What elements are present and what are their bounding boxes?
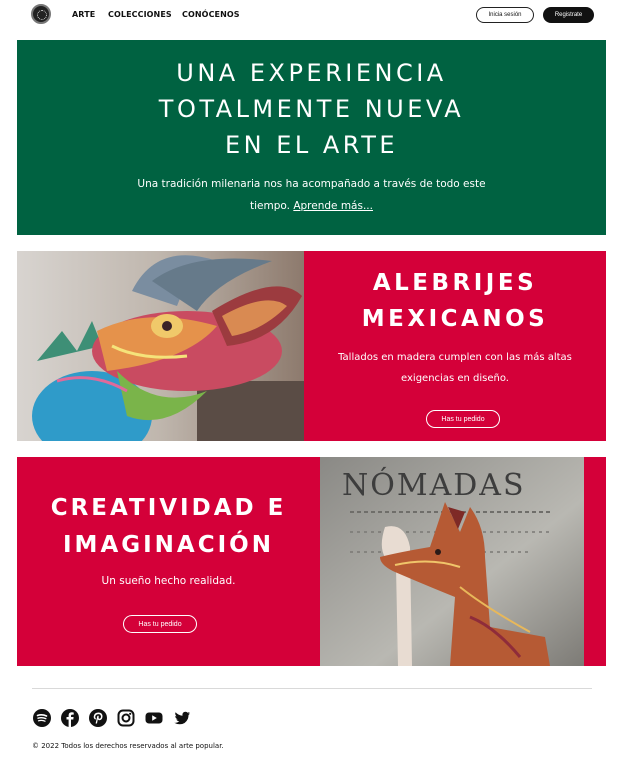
- creatividad-card: CREATIVIDAD E IMAGINACIÓN Un sueño hecho…: [17, 457, 606, 666]
- nomadas-wall-text: NÓMADAS: [342, 467, 526, 503]
- creatividad-title-line: IMAGINACIÓN: [63, 532, 274, 558]
- alebrijes-title-line: MEXICANOS: [361, 306, 549, 332]
- social-links: [33, 709, 191, 727]
- hero-title-line: UNA EXPERIENCIA: [176, 59, 447, 87]
- copyright-text: © 2022 Todos los derechos reservados al …: [32, 742, 224, 750]
- order-button[interactable]: Has tu pedido: [426, 410, 500, 428]
- alebrijes-card: ALEBRIJES MEXICANOS Tallados en madera c…: [17, 251, 606, 441]
- alebrijes-title-line: ALEBRIJES: [372, 270, 538, 296]
- top-navigation: ARTE COLECCIONES CONÓCENOS Inicia sesión…: [0, 0, 625, 32]
- creatividad-title: CREATIVIDAD E IMAGINACIÓN: [17, 490, 320, 564]
- alebrijes-description: Tallados en madera cumplen con las más a…: [338, 352, 572, 384]
- creatividad-title-line: CREATIVIDAD E: [50, 495, 287, 521]
- alebrijes-title: ALEBRIJES MEXICANOS: [304, 265, 606, 337]
- creatividad-content: CREATIVIDAD E IMAGINACIÓN Un sueño hecho…: [17, 457, 320, 666]
- register-button[interactable]: Registrate: [543, 7, 594, 23]
- hero-banner: UNA EXPERIENCIA TOTALMENTE NUEVA EN EL A…: [17, 40, 606, 235]
- youtube-icon[interactable]: [145, 709, 163, 727]
- instagram-icon[interactable]: [117, 709, 135, 727]
- brand-logo[interactable]: [31, 4, 51, 24]
- hero-text: Una tradición milenaria nos ha acompañad…: [127, 173, 496, 217]
- order-button[interactable]: Has tu pedido: [123, 615, 197, 633]
- creatividad-description: Un sueño hecho realidad.: [101, 575, 236, 587]
- learn-more-link[interactable]: Aprende más...: [293, 200, 373, 212]
- alebrije-photo: [17, 251, 304, 441]
- footer-divider: [32, 688, 592, 689]
- facebook-icon[interactable]: [61, 709, 79, 727]
- pinterest-icon[interactable]: [89, 709, 107, 727]
- spotify-icon[interactable]: [33, 709, 51, 727]
- nav-link-conocenos[interactable]: CONÓCENOS: [182, 10, 240, 19]
- nav-link-colecciones[interactable]: COLECCIONES: [108, 10, 172, 19]
- twitter-icon[interactable]: [173, 709, 191, 727]
- hero-title: UNA EXPERIENCIA TOTALMENTE NUEVA EN EL A…: [17, 55, 606, 163]
- fox-alebrije-photo: NÓMADAS: [320, 457, 584, 666]
- hero-title-line: TOTALMENTE NUEVA: [158, 95, 465, 123]
- hero-title-line: EN EL ARTE: [224, 131, 399, 159]
- nav-link-arte[interactable]: ARTE: [72, 10, 95, 19]
- alebrijes-content: ALEBRIJES MEXICANOS Tallados en madera c…: [304, 251, 606, 441]
- login-button[interactable]: Inicia sesión: [476, 7, 534, 23]
